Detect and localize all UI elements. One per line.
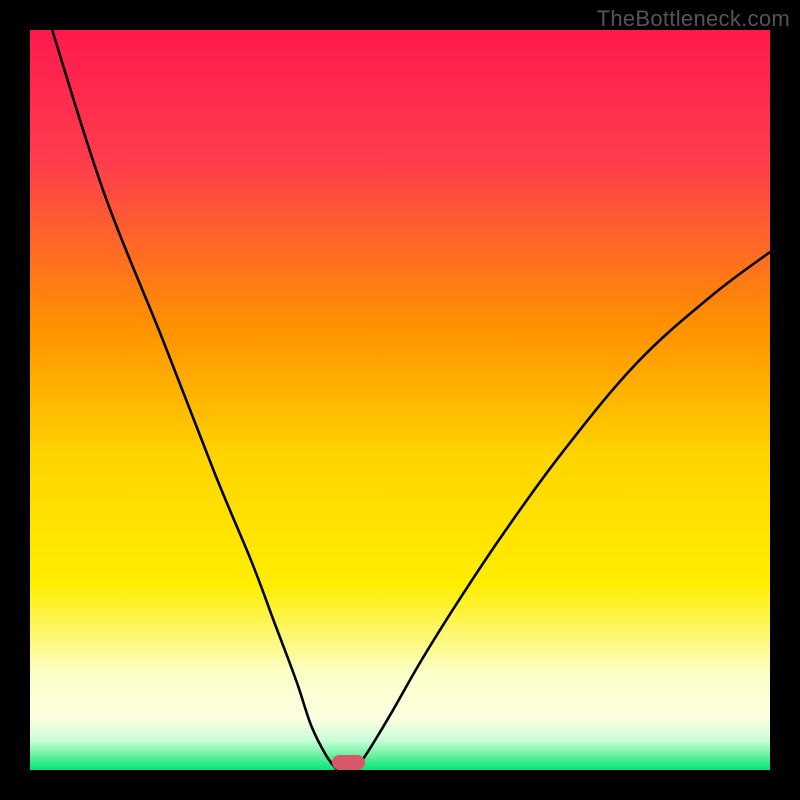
chart-area: [30, 30, 770, 770]
curve-right-branch: [356, 252, 770, 770]
watermark-text: TheBottleneck.com: [597, 6, 790, 32]
optimal-marker: [332, 755, 365, 770]
bottleneck-curve: [30, 30, 770, 770]
curve-left-branch: [52, 30, 337, 770]
